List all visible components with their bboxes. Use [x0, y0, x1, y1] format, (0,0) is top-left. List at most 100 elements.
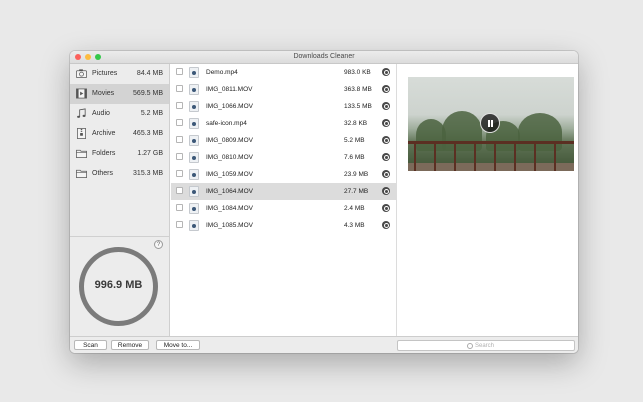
- file-checkbox[interactable]: [176, 119, 183, 126]
- file-size: 5.2 MB: [344, 137, 365, 144]
- video-file-icon: [189, 135, 199, 146]
- music-note-icon: [77, 108, 86, 118]
- reveal-magnifier-icon[interactable]: [382, 204, 390, 212]
- move-to-button[interactable]: Move to...: [156, 340, 200, 350]
- file-size: 2.4 MB: [344, 205, 365, 212]
- sidebar-item-label: Audio: [92, 110, 110, 117]
- sidebar-item-label: Others: [92, 170, 114, 177]
- file-name: IMG_1084.MOV: [206, 205, 253, 212]
- file-size: 32.8 KB: [344, 120, 368, 127]
- file-name: IMG_0810.MOV: [206, 154, 253, 161]
- file-checkbox[interactable]: [176, 68, 183, 75]
- table-row[interactable]: IMG_1059.MOV 23.9 MB: [171, 166, 396, 183]
- reveal-magnifier-icon[interactable]: [382, 221, 390, 229]
- file-size: 983.0 KB: [344, 69, 371, 76]
- balcony-railing: [434, 143, 436, 171]
- reveal-magnifier-icon[interactable]: [382, 85, 390, 93]
- help-button[interactable]: ?: [154, 240, 163, 249]
- file-size: 4.3 MB: [344, 222, 365, 229]
- table-row[interactable]: IMG_1085.MOV 4.3 MB: [171, 217, 396, 234]
- video-file-icon: [189, 118, 199, 129]
- search-input[interactable]: Search: [397, 340, 575, 351]
- file-name: IMG_0809.MOV: [206, 137, 253, 144]
- video-file-icon: [189, 67, 199, 78]
- search-icon: [467, 343, 473, 349]
- reveal-magnifier-icon[interactable]: [382, 119, 390, 127]
- video-file-icon: [189, 220, 199, 231]
- sidebar-item-label: Archive: [92, 130, 116, 137]
- camera-icon: [76, 69, 87, 78]
- search-placeholder: Search: [475, 343, 495, 349]
- video-preview[interactable]: [408, 77, 574, 171]
- archive-icon: [77, 128, 86, 139]
- sidebar-item-size: 84.4 MB: [136, 70, 163, 77]
- pause-button-icon[interactable]: [480, 113, 500, 133]
- scan-button[interactable]: Scan: [74, 340, 107, 350]
- balcony-railing: [474, 143, 476, 171]
- table-row[interactable]: IMG_0810.MOV 7.6 MB: [171, 149, 396, 166]
- preview-pane: [397, 64, 578, 336]
- sidebar-divider: [70, 236, 169, 237]
- reveal-magnifier-icon[interactable]: [382, 170, 390, 178]
- window-title: Downloads Cleaner: [293, 53, 355, 60]
- sidebar-item-pictures[interactable]: Pictures 84.4 MB: [70, 64, 169, 84]
- film-icon: [76, 88, 87, 99]
- file-list: Demo.mp4 983.0 KB IMG_0811.MOV 363.8 MB …: [171, 64, 397, 336]
- reveal-magnifier-icon[interactable]: [382, 187, 390, 195]
- sidebar: Pictures 84.4 MB Movies 569.5 MB Audio 5…: [70, 64, 170, 336]
- video-file-icon: [189, 186, 199, 197]
- file-checkbox[interactable]: [176, 221, 183, 228]
- table-row-selected[interactable]: IMG_1064.MOV 27.7 MB: [171, 183, 396, 200]
- sidebar-item-others[interactable]: Others 315.3 MB: [70, 164, 169, 184]
- file-name: IMG_1064.MOV: [206, 188, 253, 195]
- sidebar-item-size: 1.27 GB: [137, 150, 163, 157]
- sidebar-item-archive[interactable]: Archive 465.3 MB: [70, 124, 169, 144]
- sidebar-item-size: 315.3 MB: [133, 170, 163, 177]
- file-size: 133.5 MB: [344, 103, 372, 110]
- file-size: 27.7 MB: [344, 188, 369, 195]
- sidebar-item-size: 465.3 MB: [133, 130, 163, 137]
- sidebar-item-label: Pictures: [92, 70, 118, 77]
- file-name: Demo.mp4: [206, 69, 238, 76]
- file-checkbox[interactable]: [176, 85, 183, 92]
- file-checkbox[interactable]: [176, 187, 183, 194]
- balcony-railing: [408, 141, 574, 144]
- app-window: Downloads Cleaner Pictures 84.4 MB Movie…: [70, 51, 578, 353]
- table-row[interactable]: safe-icon.mp4 32.8 KB: [171, 115, 396, 132]
- file-checkbox[interactable]: [176, 170, 183, 177]
- folder-icon: [76, 149, 87, 158]
- table-row[interactable]: IMG_0811.MOV 363.8 MB: [171, 81, 396, 98]
- sidebar-item-label: Folders: [92, 150, 116, 157]
- table-row[interactable]: IMG_0809.MOV 5.2 MB: [171, 132, 396, 149]
- file-checkbox[interactable]: [176, 153, 183, 160]
- file-checkbox[interactable]: [176, 102, 183, 109]
- file-name: IMG_1085.MOV: [206, 222, 253, 229]
- sidebar-item-folders[interactable]: Folders 1.27 GB: [70, 144, 169, 164]
- remove-button[interactable]: Remove: [111, 340, 149, 350]
- reveal-magnifier-icon[interactable]: [382, 136, 390, 144]
- file-checkbox[interactable]: [176, 136, 183, 143]
- sidebar-item-label: Movies: [92, 90, 115, 97]
- table-row[interactable]: Demo.mp4 983.0 KB: [171, 64, 396, 81]
- file-name: IMG_0811.MOV: [206, 86, 253, 93]
- file-size: 363.8 MB: [344, 86, 372, 93]
- total-size-label: 996.9 MB: [94, 279, 143, 291]
- reveal-magnifier-icon[interactable]: [382, 68, 390, 76]
- sidebar-item-size: 5.2 MB: [140, 110, 163, 117]
- table-row[interactable]: IMG_1084.MOV 2.4 MB: [171, 200, 396, 217]
- sidebar-item-audio[interactable]: Audio 5.2 MB: [70, 104, 169, 124]
- reveal-magnifier-icon[interactable]: [382, 102, 390, 110]
- balcony-railing: [454, 143, 456, 171]
- file-name: IMG_1066.MOV: [206, 103, 253, 110]
- file-checkbox[interactable]: [176, 204, 183, 211]
- balcony-railing: [534, 143, 536, 171]
- title-bar: Downloads Cleaner: [70, 51, 578, 64]
- reveal-magnifier-icon[interactable]: [382, 153, 390, 161]
- sidebar-item-movies[interactable]: Movies 569.5 MB: [70, 84, 169, 104]
- video-file-icon: [189, 101, 199, 112]
- folder-icon: [76, 169, 87, 178]
- file-size: 7.6 MB: [344, 154, 365, 161]
- video-scenery: [442, 111, 482, 151]
- table-row[interactable]: IMG_1066.MOV 133.5 MB: [171, 98, 396, 115]
- file-name: safe-icon.mp4: [206, 120, 247, 127]
